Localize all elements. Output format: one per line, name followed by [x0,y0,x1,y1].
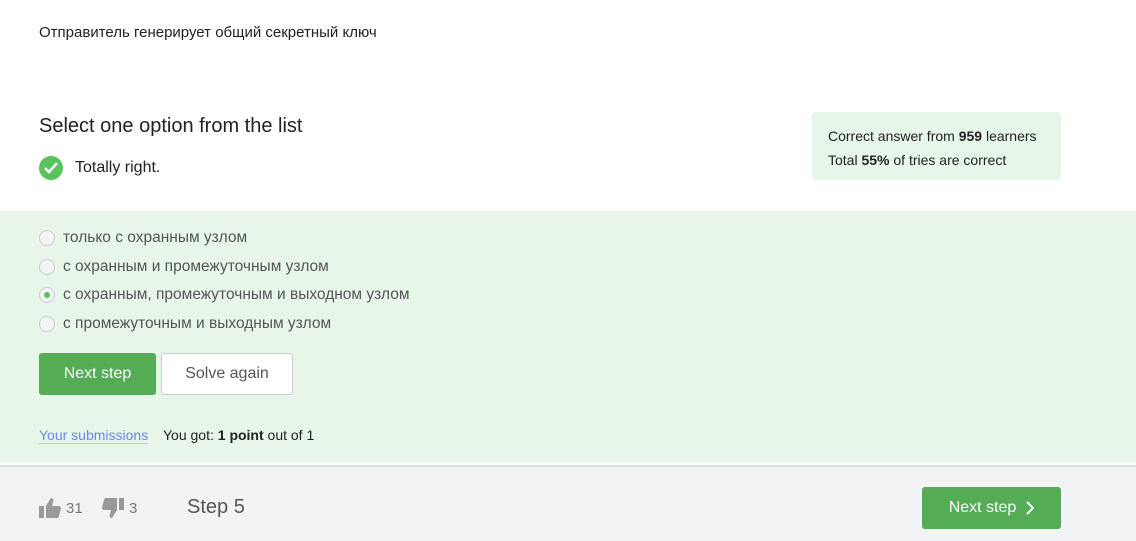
your-submissions-link[interactable]: Your submissions [39,427,149,444]
stats-panel: Correct answer from 959 learners Total 5… [812,112,1061,180]
learners-count: 959 [958,128,983,144]
option-1[interactable]: только с охранным узлом [39,229,247,247]
answer-area [0,211,1136,462]
likes-count: 31 [66,499,83,517]
stats-text: Total [828,152,862,168]
option-label: с охранным и промежуточным узлом [63,258,329,275]
footer-next-step-button[interactable]: Next step [922,487,1061,529]
correct-percent: 55% [861,152,890,168]
stats-text: Correct answer from [828,128,959,144]
feedback-text: Totally right. [75,159,161,176]
option-4[interactable]: с промежуточным и выходным узлом [39,315,331,333]
next-step-button[interactable]: Next step [39,353,156,395]
score-points: 1 point [217,427,264,443]
step-label: Step 5 [187,496,245,518]
dislikes-count: 3 [129,499,138,517]
radio-button-selected[interactable] [39,287,55,303]
next-step-label: Next step [948,499,1017,516]
score-pre: You got: [163,427,218,443]
option-3[interactable]: с охранным, промежуточным и выходном узл… [39,286,410,304]
stats-text: learners [982,128,1037,144]
radio-button[interactable] [39,259,55,275]
radio-button[interactable] [39,230,55,246]
option-label: с охранным, промежуточным и выходном узл… [63,286,410,303]
chevron-right-icon [1026,501,1035,515]
feedback: Totally right. [39,156,160,180]
score-text: You got: 1 point out of 1 [163,427,314,443]
section-title: Select one option from the list [39,115,303,137]
stats-text: of tries are correct [889,152,1007,168]
thumbs-up-icon [39,498,61,518]
question-text: Отправитель генерирует общий секретный к… [39,24,377,41]
check-circle-icon [39,156,63,180]
option-2[interactable]: с охранным и промежуточным узлом [39,258,329,276]
option-label: с промежуточным и выходным узлом [63,315,332,332]
like-button[interactable]: 31 [39,498,83,518]
thumbs-down-icon [102,498,124,518]
score-post: out of 1 [263,427,315,443]
option-label: только с охранным узлом [63,229,248,246]
dislike-button[interactable]: 3 [102,498,137,518]
solve-again-button[interactable]: Solve again [161,353,293,395]
radio-button[interactable] [39,316,55,332]
